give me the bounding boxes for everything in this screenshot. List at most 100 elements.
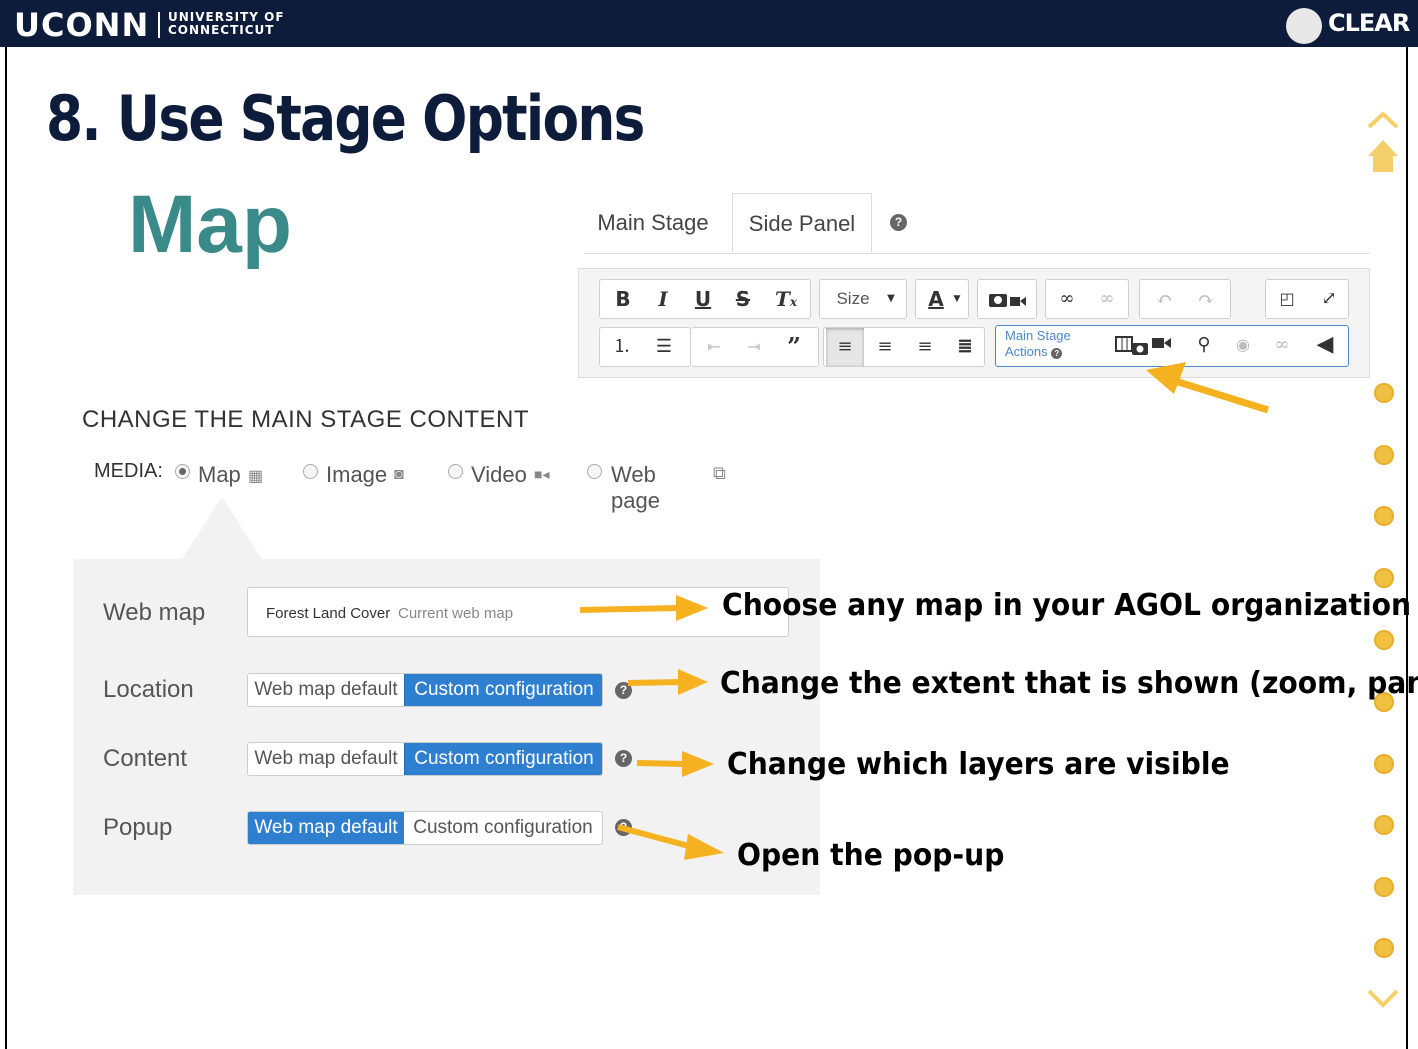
slide-title: 8. Use Stage Options: [46, 82, 645, 155]
redo-icon[interactable]: ↷: [1186, 280, 1226, 318]
media-option-video[interactable]: Video: [471, 462, 527, 488]
chevron-down-icon: ▼: [887, 293, 895, 304]
media-insert-icon: [989, 294, 1026, 307]
popup-webmap-default[interactable]: Web map default: [248, 812, 404, 844]
nav-dot[interactable]: [1374, 938, 1394, 958]
unlink-icon[interactable]: ∞: [1264, 326, 1300, 364]
align-center-icon[interactable]: ≡: [866, 328, 904, 366]
size-dropdown[interactable]: Size ▼: [819, 279, 907, 319]
italic-icon[interactable]: I: [644, 280, 682, 318]
nav-up-icon[interactable]: [1366, 110, 1400, 130]
nav-down-icon[interactable]: [1366, 986, 1400, 1010]
indent-group: ⇤ ⇥ ”: [691, 327, 819, 367]
history-group: ↶ ↷: [1139, 279, 1231, 319]
camera-icon: ◙: [394, 466, 404, 483]
location-custom-config[interactable]: Custom configuration: [404, 674, 602, 706]
popup-label: Popup: [103, 814, 173, 841]
callout-location: Change the extent that is shown (zoom, p…: [720, 666, 1418, 701]
popup-toggle: Web map default Custom configuration: [247, 811, 603, 845]
stage-label-line2: Actions ?: [1005, 344, 1071, 360]
header-bar: UCONN UNIVERSITY OF CONNECTICUT CLEAR: [0, 0, 1418, 47]
strikethrough-icon[interactable]: S: [724, 280, 762, 318]
fullscreen-icon[interactable]: ⤢: [1310, 280, 1348, 318]
media-label: MEDIA:: [94, 460, 163, 482]
tab-main-stage[interactable]: Main Stage: [584, 193, 722, 253]
font-color-dropdown[interactable]: A ▼: [915, 279, 969, 319]
nav-dot[interactable]: [1374, 815, 1394, 835]
location-action-icon[interactable]: ⚲: [1186, 326, 1222, 364]
size-label: Size: [836, 289, 870, 308]
content-label: Content: [103, 745, 188, 772]
panel-pointer: [182, 497, 262, 559]
uconn-logo-subtitle: UNIVERSITY OF CONNECTICUT: [168, 11, 285, 37]
location-label: Location: [103, 676, 194, 703]
unlink-icon[interactable]: ∞: [1088, 280, 1126, 318]
webmap-selector[interactable]: Forest Land Cover Current web map: [247, 587, 789, 637]
help-icon[interactable]: ?: [1051, 348, 1063, 359]
nav-dot[interactable]: [1374, 383, 1394, 403]
content-custom-config[interactable]: Custom configuration: [404, 743, 602, 775]
main-stage-actions-label: Main Stage Actions ?: [1005, 328, 1071, 360]
align-left-icon[interactable]: ≡: [826, 328, 864, 366]
indent-icon[interactable]: ⇥: [735, 328, 773, 366]
nav-dot[interactable]: [1374, 568, 1394, 588]
blockquote-icon[interactable]: ”: [775, 328, 813, 366]
help-icon[interactable]: ?: [615, 750, 632, 767]
media-radio-image[interactable]: [303, 464, 318, 479]
eye-icon[interactable]: ◉: [1226, 326, 1260, 364]
outdent-icon[interactable]: ⇤: [695, 328, 733, 366]
undo-icon[interactable]: ↶: [1144, 280, 1184, 318]
logo-sub-line2: CONNECTICUT: [168, 23, 275, 37]
stage-media-action-icon[interactable]: [1114, 334, 1176, 358]
help-icon[interactable]: ?: [890, 214, 907, 231]
bold-icon[interactable]: B: [604, 280, 642, 318]
location-webmap-default[interactable]: Web map default: [248, 674, 404, 706]
media-option-webpage[interactable]: Web page: [611, 462, 660, 514]
stage-label-line1: Main Stage: [1005, 328, 1071, 343]
chevron-down-icon: ▼: [953, 294, 961, 304]
align-right-icon[interactable]: ≡: [906, 328, 944, 366]
bulleted-list-icon[interactable]: ☰: [644, 328, 684, 366]
source-icon[interactable]: ◰: [1268, 280, 1306, 318]
nav-dot[interactable]: [1374, 506, 1394, 526]
nav-dot[interactable]: [1374, 877, 1394, 897]
media-radio-map[interactable]: [175, 464, 190, 479]
callout-content: Change which layers are visible: [727, 747, 1230, 782]
justify-icon[interactable]: ≣: [946, 328, 984, 366]
editor-toolbar: B I U S Tx Size ▼ A ▼ ∞ ∞ ↶ ↷ ◰ ⤢ ⒈ ☰ ⇤ …: [578, 268, 1370, 378]
link-icon[interactable]: ∞: [1048, 280, 1086, 318]
media-option-image[interactable]: Image: [326, 462, 387, 488]
underline-icon[interactable]: U: [684, 280, 722, 318]
content-webmap-default[interactable]: Web map default: [248, 743, 404, 775]
align-group: ≡ ≡ ≡ ≣: [823, 327, 985, 367]
location-toggle: Web map default Custom configuration: [247, 673, 603, 707]
map-settings-panel: Web map Forest Land Cover Current web ma…: [73, 559, 820, 895]
main-stage-actions: Main Stage Actions ? ⚲ ◉ ∞ ◀: [995, 325, 1349, 367]
popup-custom-config[interactable]: Custom configuration: [404, 812, 602, 844]
nav-dot[interactable]: [1374, 445, 1394, 465]
view-group: ◰ ⤢: [1265, 279, 1349, 319]
nav-dot[interactable]: [1374, 754, 1394, 774]
callout-popup: Open the pop-up: [737, 838, 1005, 873]
external-link-icon: ⧉: [713, 463, 726, 483]
logo-divider: [158, 12, 160, 38]
help-icon[interactable]: ?: [615, 682, 632, 699]
nav-dot[interactable]: [1374, 630, 1394, 650]
link-group: ∞ ∞: [1045, 279, 1129, 319]
uconn-logo: UCONN: [14, 6, 150, 44]
media-option-map[interactable]: Map: [198, 462, 241, 488]
editor-tabs: Main Stage Side Panel ?: [584, 193, 1370, 254]
content-toggle: Web map default Custom configuration: [247, 742, 603, 776]
home-icon[interactable]: [1366, 138, 1400, 174]
numbered-list-icon[interactable]: ⒈: [602, 328, 642, 366]
tab-side-panel[interactable]: Side Panel: [732, 193, 872, 253]
video-icon: ■◂: [534, 466, 550, 482]
clear-format-icon[interactable]: Tx: [766, 280, 806, 318]
list-group: ⒈ ☰: [599, 327, 691, 367]
media-radio-video[interactable]: [448, 464, 463, 479]
collapse-icon[interactable]: ◀: [1310, 326, 1340, 364]
media-radio-webpage[interactable]: [587, 464, 602, 479]
help-icon[interactable]: ?: [615, 819, 632, 836]
clear-brand: CLEAR: [1328, 9, 1410, 37]
media-insert-button[interactable]: [977, 279, 1037, 319]
